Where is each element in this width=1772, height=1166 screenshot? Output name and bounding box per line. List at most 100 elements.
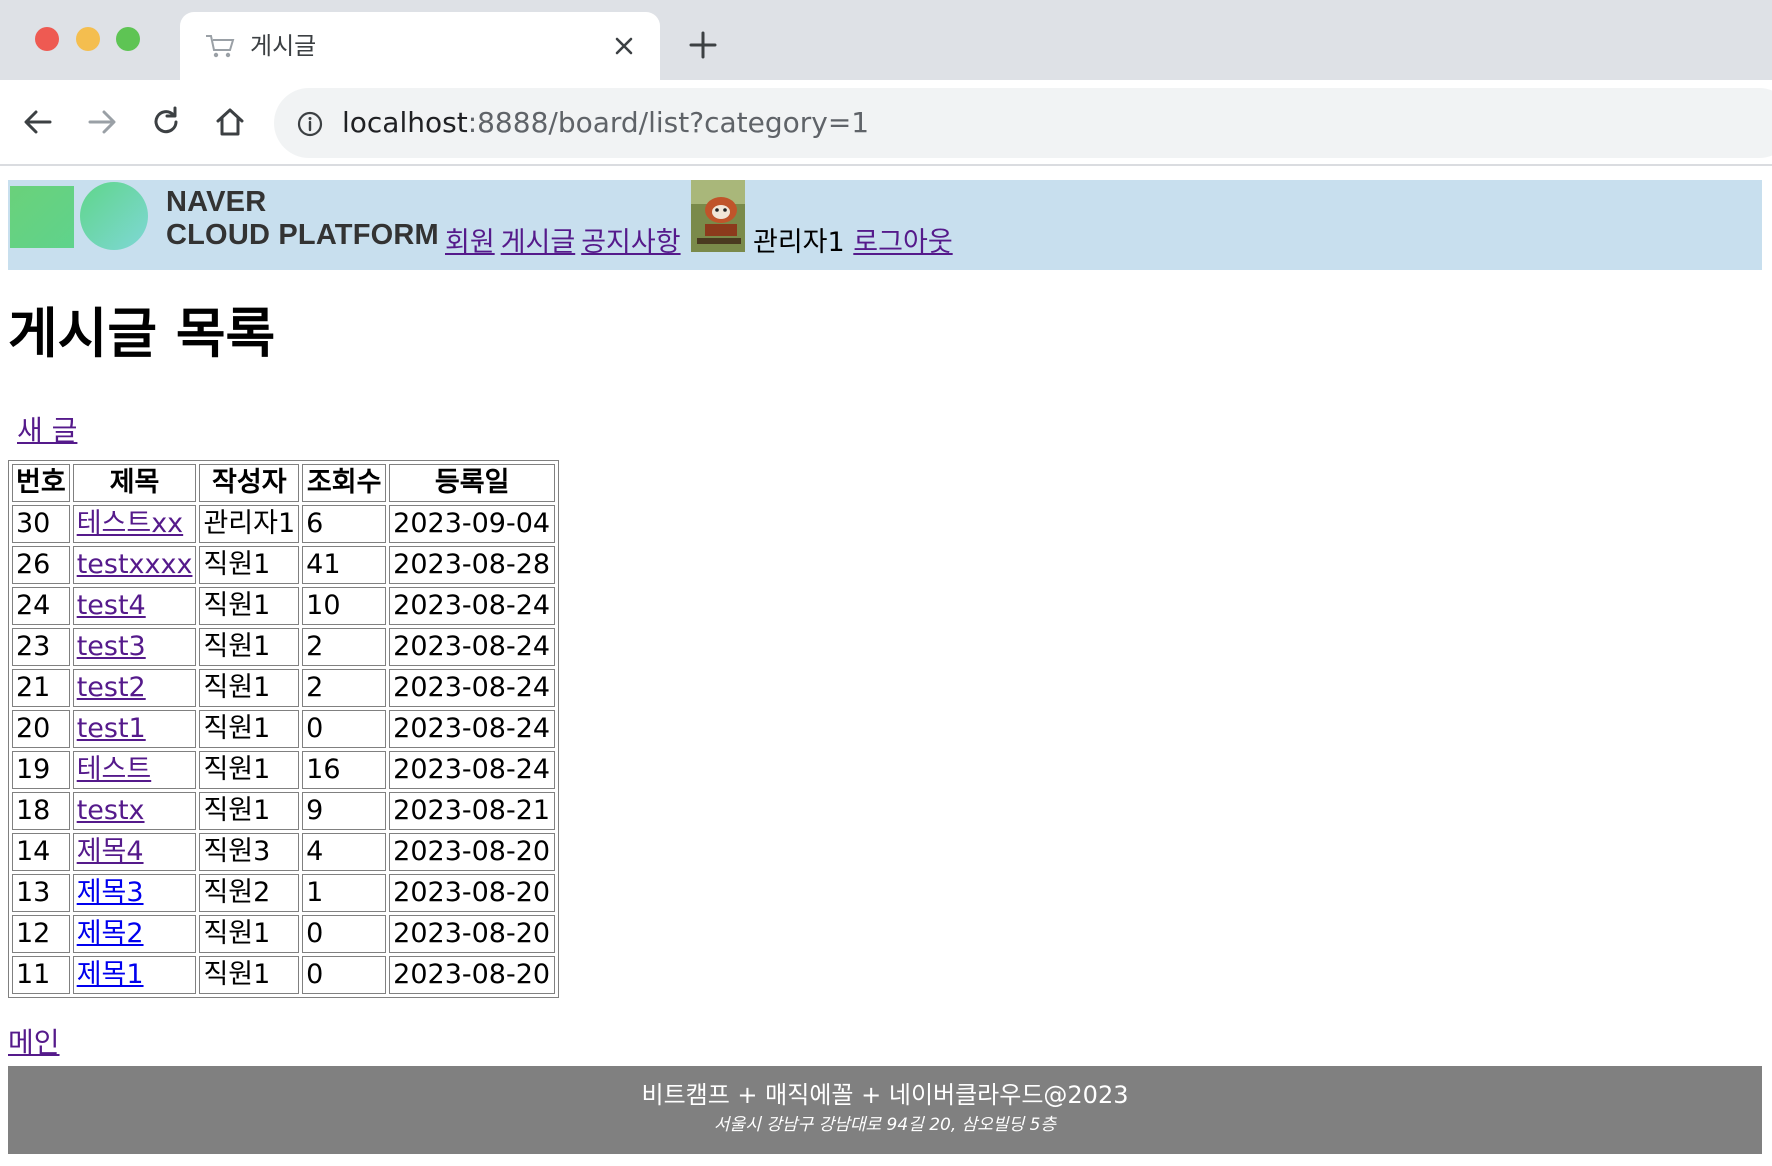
browser-toolbar: localhost:8888/board/list?category=1 xyxy=(0,80,1772,166)
post-title-link[interactable]: test1 xyxy=(77,713,146,744)
logo-line-1: NAVER xyxy=(166,186,267,218)
table-row: 14 제목4 직원3 4 2023-08-20 xyxy=(12,833,556,871)
nav-link-notices[interactable]: 공지사항 xyxy=(581,227,680,258)
cell-views: 9 xyxy=(302,792,387,830)
cell-date: 2023-08-20 xyxy=(389,874,556,912)
cell-title: test3 xyxy=(72,628,197,666)
post-title-link[interactable]: 제목1 xyxy=(77,959,144,990)
table-row: 18 testx 직원1 9 2023-08-21 xyxy=(12,792,556,830)
cell-views: 16 xyxy=(302,751,387,789)
table-row: 23 test3 직원1 2 2023-08-24 xyxy=(12,628,556,666)
cell-date: 2023-08-24 xyxy=(389,669,556,707)
cell-no: 23 xyxy=(12,628,70,666)
logout-link[interactable]: 로그아웃 xyxy=(853,227,952,258)
cell-views: 2 xyxy=(302,628,387,666)
url-text[interactable]: localhost:8888/board/list?category=1 xyxy=(342,106,869,140)
window-close-button[interactable] xyxy=(35,27,59,51)
cell-author: 직원1 xyxy=(199,710,300,748)
board-table-body: 30 테스트xx 관리자1 6 2023-09-04 26 testxxxx 직원1 41 202… xyxy=(12,505,556,994)
cell-title: testxxxx xyxy=(72,546,197,584)
browser-tab-active[interactable]: 게시글 xyxy=(180,12,660,80)
cell-date: 2023-08-20 xyxy=(389,915,556,953)
cell-no: 24 xyxy=(12,587,70,625)
post-title-link[interactable]: 제목4 xyxy=(77,836,144,867)
nav-link-members[interactable]: 회원 xyxy=(445,227,495,258)
main-page-link[interactable]: 메인 xyxy=(8,1026,60,1060)
post-title-link[interactable]: testx xyxy=(77,795,145,826)
cell-title: 제목2 xyxy=(72,915,197,953)
cell-date: 2023-08-24 xyxy=(389,628,556,666)
home-icon[interactable] xyxy=(212,104,248,140)
new-tab-icon[interactable] xyxy=(686,28,720,62)
cell-no: 30 xyxy=(12,505,70,543)
table-row: 19 테스트 직원1 16 2023-08-24 xyxy=(12,751,556,789)
cell-date: 2023-08-24 xyxy=(389,587,556,625)
cell-title: test1 xyxy=(72,710,197,748)
cell-title: 제목3 xyxy=(72,874,197,912)
cell-views: 10 xyxy=(302,587,387,625)
post-title-link[interactable]: 테스트 xyxy=(77,754,152,785)
cell-author: 직원1 xyxy=(199,669,300,707)
window-minimize-button[interactable] xyxy=(76,27,100,51)
user-name: 관리자1 xyxy=(753,227,845,258)
back-arrow-icon[interactable] xyxy=(20,104,56,140)
footer-copyright: 비트캠프 + 매직에꼴 + 네이버클라우드@2023 xyxy=(641,1081,1129,1109)
cell-author: 직원1 xyxy=(199,792,300,830)
post-title-link[interactable]: test3 xyxy=(77,631,146,662)
cell-author: 직원1 xyxy=(199,546,300,584)
post-title-link[interactable]: testxxxx xyxy=(77,549,193,580)
post-title-link[interactable]: 테스트xx xyxy=(77,508,183,539)
post-title-link[interactable]: 제목3 xyxy=(77,877,144,908)
post-title-link[interactable]: 제목2 xyxy=(77,918,144,949)
reload-icon[interactable] xyxy=(148,104,184,140)
cell-author: 직원3 xyxy=(199,833,300,871)
cell-title: 제목1 xyxy=(72,956,197,994)
post-title-link[interactable]: test4 xyxy=(77,590,146,621)
forward-arrow-icon[interactable] xyxy=(84,104,120,140)
cell-date: 2023-08-28 xyxy=(389,546,556,584)
user-avatar[interactable] xyxy=(691,180,745,252)
address-bar[interactable]: localhost:8888/board/list?category=1 xyxy=(274,88,1772,158)
cell-author: 직원1 xyxy=(199,628,300,666)
nav-link-board[interactable]: 게시글 xyxy=(501,227,576,258)
page-title: 게시글 목록 xyxy=(8,302,276,365)
cell-author: 직원1 xyxy=(199,751,300,789)
cell-no: 12 xyxy=(12,915,70,953)
cell-author: 직원1 xyxy=(199,956,300,994)
cell-title: test4 xyxy=(72,587,197,625)
table-row: 30 테스트xx 관리자1 6 2023-09-04 xyxy=(12,505,556,543)
cell-date: 2023-08-20 xyxy=(389,956,556,994)
cell-author: 관리자1 xyxy=(199,505,300,543)
table-row: 20 test1 직원1 0 2023-08-24 xyxy=(12,710,556,748)
cell-no: 18 xyxy=(12,792,70,830)
close-tab-icon[interactable] xyxy=(608,30,640,62)
table-row: 11 제목1 직원1 0 2023-08-20 xyxy=(12,956,556,994)
url-path: :8888/board/list?category=1 xyxy=(467,106,870,139)
shopping-cart-icon xyxy=(206,35,235,58)
column-header-no: 번호 xyxy=(12,464,70,502)
logo-line-2: CLOUD PLATFORM xyxy=(166,219,439,251)
cell-date: 2023-08-24 xyxy=(389,710,556,748)
cell-date: 2023-08-24 xyxy=(389,751,556,789)
window-maximize-button[interactable] xyxy=(116,27,140,51)
post-title-link[interactable]: test2 xyxy=(77,672,146,703)
cell-no: 20 xyxy=(12,710,70,748)
url-host: localhost xyxy=(342,106,468,139)
column-header-title: 제목 xyxy=(72,464,197,502)
cell-views: 0 xyxy=(302,956,387,994)
table-row: 13 제목3 직원2 1 2023-08-20 xyxy=(12,874,556,912)
cell-no: 19 xyxy=(12,751,70,789)
cell-views: 2 xyxy=(302,669,387,707)
cell-views: 41 xyxy=(302,546,387,584)
site-info-icon[interactable] xyxy=(296,110,324,138)
new-post-link[interactable]: 새 글 xyxy=(17,414,77,448)
cell-no: 11 xyxy=(12,956,70,994)
cell-views: 4 xyxy=(302,833,387,871)
cell-title: 테스트 xyxy=(72,751,197,789)
site-header: NAVER CLOUD PLATFORM 회원 게시글 공지사항 관리자1 로그아웃 xyxy=(8,180,1762,270)
footer-address: 서울시 강남구 강남대로 94길 20, 삼오빌딩 5층 xyxy=(713,1115,1057,1135)
cell-no: 14 xyxy=(12,833,70,871)
tab-title: 게시글 xyxy=(250,32,317,60)
cell-no: 13 xyxy=(12,874,70,912)
table-row: 21 test2 직원1 2 2023-08-24 xyxy=(12,669,556,707)
